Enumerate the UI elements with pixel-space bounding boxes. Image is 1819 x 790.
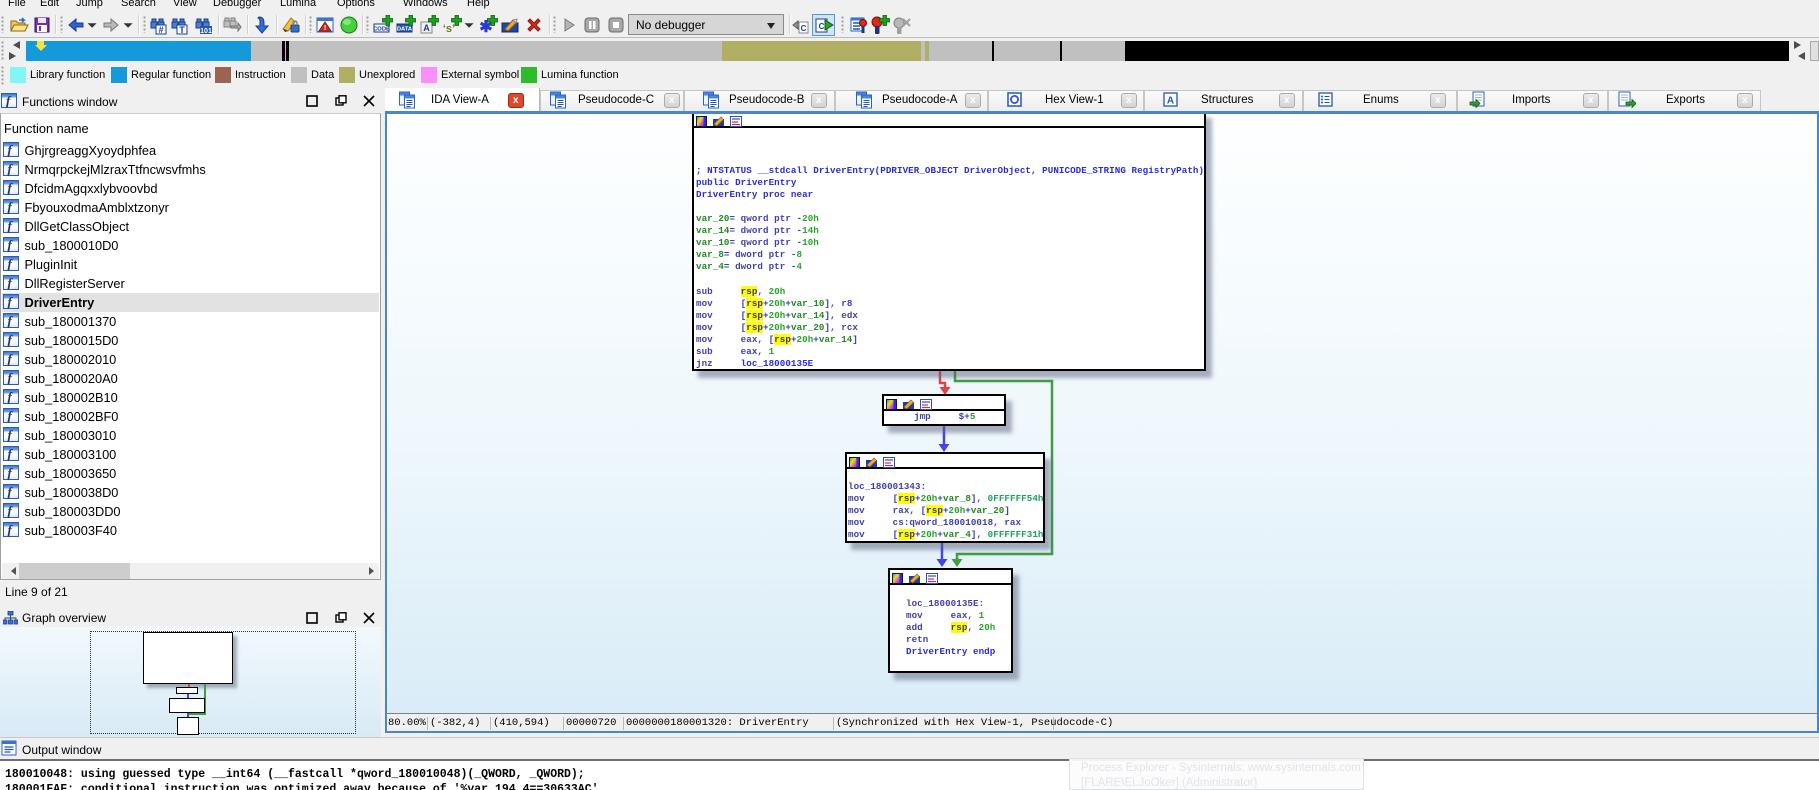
svg-text:A: A	[1167, 96, 1174, 107]
svg-text:DATA: DATA	[397, 27, 413, 33]
svg-text:CODE: CODE	[373, 27, 390, 33]
svg-text:T: T	[179, 25, 185, 35]
svg-text:!: !	[324, 25, 326, 32]
svg-text:A: A	[423, 23, 430, 33]
svg-text:101: 101	[200, 28, 212, 35]
svg-text:‘s’: ‘s’	[443, 23, 455, 35]
svg-text:C: C	[819, 22, 825, 31]
svg-text:C: C	[801, 24, 807, 33]
svg-text:#: #	[158, 25, 163, 35]
